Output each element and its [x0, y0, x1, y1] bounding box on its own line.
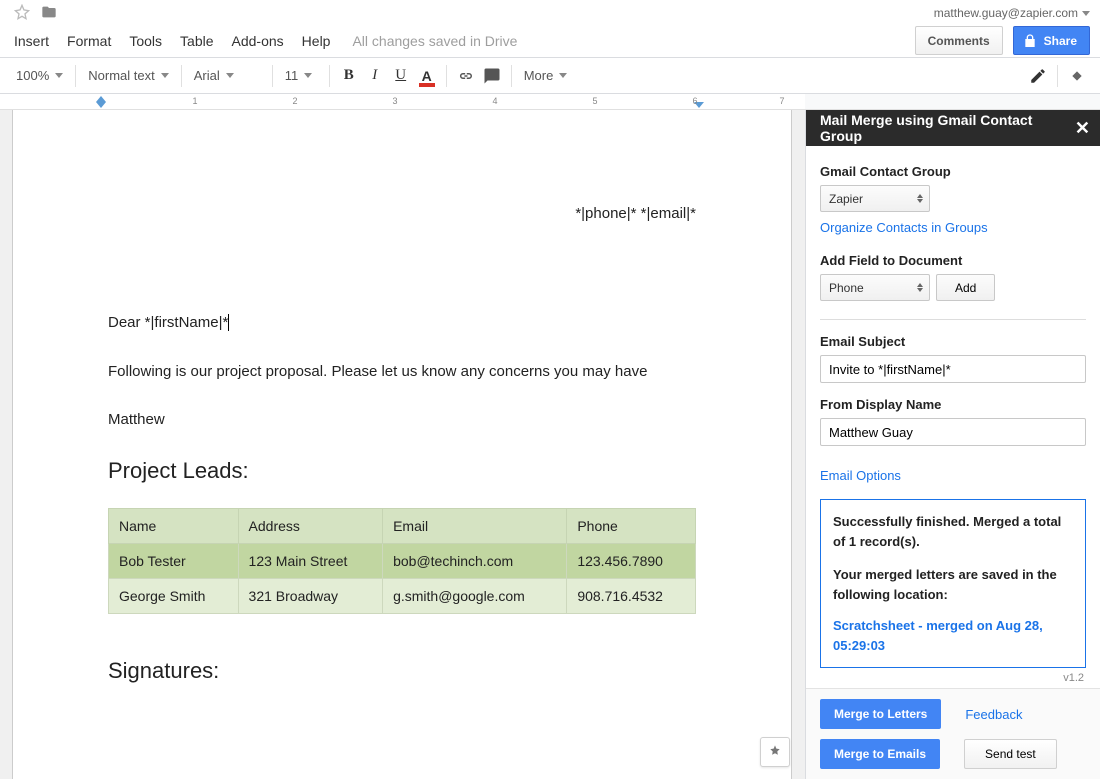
- left-indent-marker[interactable]: [96, 102, 106, 108]
- contact-group-label: Gmail Contact Group: [820, 164, 1086, 179]
- chevron-down-icon: [55, 73, 63, 78]
- ruler-tick-6: 6: [692, 96, 697, 106]
- explore-button[interactable]: [760, 737, 790, 767]
- add-field-label: Add Field to Document: [820, 253, 1086, 268]
- email-subject-input[interactable]: [820, 355, 1086, 383]
- share-label: Share: [1044, 34, 1077, 48]
- add-field-button[interactable]: Add: [936, 274, 995, 301]
- send-test-button[interactable]: Send test: [964, 739, 1057, 769]
- user-email-text: matthew.guay@zapier.com: [934, 6, 1078, 20]
- select-arrows-icon: [917, 194, 923, 203]
- chevron-down-icon: [161, 73, 169, 78]
- table-header: Email: [383, 508, 567, 543]
- chevron-down-icon: [559, 73, 567, 78]
- result-line1: Successfully finished. Merged a total of…: [833, 514, 1061, 549]
- addon-sidebar: Mail Merge using Gmail Contact Group ✕ G…: [805, 110, 1100, 779]
- folder-icon[interactable]: [40, 4, 58, 23]
- sidebar-title: Mail Merge using Gmail Contact Group: [820, 112, 1075, 144]
- chevron-down-icon: [226, 73, 234, 78]
- save-status: All changes saved in Drive: [352, 33, 517, 49]
- editing-mode-button[interactable]: [1025, 63, 1051, 89]
- contact-group-value: Zapier: [829, 192, 863, 206]
- doc-header-merge-fields: *|phone|* *|email|*: [108, 205, 696, 222]
- document-page[interactable]: *|phone|* *|email|* Dear *|firstName|* F…: [12, 110, 792, 779]
- field-select[interactable]: Phone: [820, 274, 930, 301]
- underline-button[interactable]: U: [388, 63, 414, 89]
- email-subject-label: Email Subject: [820, 334, 1086, 349]
- font-value: Arial: [194, 68, 220, 83]
- menu-addons[interactable]: Add-ons: [232, 33, 284, 49]
- close-icon[interactable]: ✕: [1075, 118, 1090, 139]
- doc-body: Following is our project proposal. Pleas…: [108, 361, 696, 384]
- document-canvas[interactable]: *|phone|* *|email|* Dear *|firstName|* F…: [0, 110, 805, 779]
- collapse-toolbar-button[interactable]: [1064, 63, 1090, 89]
- ruler-tick-3: 3: [392, 96, 397, 106]
- from-name-input[interactable]: [820, 418, 1086, 446]
- select-arrows-icon: [917, 283, 923, 292]
- text-cursor: [228, 314, 229, 331]
- chevron-down-icon: [304, 73, 312, 78]
- contact-group-select[interactable]: Zapier: [820, 185, 930, 212]
- sidebar-footer: Merge to Letters Feedback Merge to Email…: [806, 688, 1100, 779]
- doc-greeting: Dear *|firstName|*: [108, 312, 696, 335]
- paragraph-style-dropdown[interactable]: Normal text: [82, 63, 174, 89]
- account-menu[interactable]: matthew.guay@zapier.com: [934, 6, 1090, 20]
- addon-version: v1.2: [820, 672, 1086, 684]
- ruler-tick-1: 1: [192, 96, 197, 106]
- share-button[interactable]: Share: [1013, 26, 1090, 55]
- more-dropdown[interactable]: More: [518, 63, 574, 89]
- ruler-tick-5: 5: [592, 96, 597, 106]
- ruler-tick-2: 2: [292, 96, 297, 106]
- ruler[interactable]: 1 2 3 4 5 6 7: [0, 94, 1100, 110]
- from-name-label: From Display Name: [820, 397, 1086, 412]
- menu-help[interactable]: Help: [302, 33, 331, 49]
- toolbar: 100% Normal text Arial 11 B I U A More: [0, 58, 1100, 94]
- section-signatures-title: Signatures:: [108, 658, 696, 684]
- menu-table[interactable]: Table: [180, 33, 213, 49]
- doc-signoff: Matthew: [108, 409, 696, 432]
- table-header: Phone: [567, 508, 696, 543]
- bold-button[interactable]: B: [336, 63, 362, 89]
- menu-format[interactable]: Format: [67, 33, 111, 49]
- feedback-link[interactable]: Feedback: [965, 707, 1022, 722]
- font-size-value: 11: [285, 68, 299, 83]
- font-dropdown[interactable]: Arial: [188, 63, 266, 89]
- lock-icon: [1022, 33, 1038, 49]
- insert-comment-button[interactable]: [479, 63, 505, 89]
- merge-result-box: Successfully finished. Merged a total of…: [820, 499, 1086, 668]
- star-icon[interactable]: [14, 4, 30, 23]
- table-row: George Smith 321 Broadway g.smith@google…: [109, 578, 696, 613]
- merge-letters-button[interactable]: Merge to Letters: [820, 699, 941, 729]
- merged-doc-link[interactable]: Scratchsheet - merged on Aug 28, 05:29:0…: [833, 616, 1073, 655]
- style-value: Normal text: [88, 68, 154, 83]
- zoom-value: 100%: [16, 68, 49, 83]
- font-size-dropdown[interactable]: 11: [279, 63, 323, 89]
- insert-link-button[interactable]: [453, 63, 479, 89]
- more-label: More: [524, 68, 554, 83]
- table-header: Address: [238, 508, 383, 543]
- organize-contacts-link[interactable]: Organize Contacts in Groups: [820, 220, 988, 235]
- menu-tools[interactable]: Tools: [129, 33, 162, 49]
- zoom-dropdown[interactable]: 100%: [10, 63, 69, 89]
- project-leads-table: Name Address Email Phone Bob Tester 123 …: [108, 508, 696, 614]
- comments-button[interactable]: Comments: [915, 26, 1003, 55]
- menu-insert[interactable]: Insert: [14, 33, 49, 49]
- menu-bar: Insert Format Tools Table Add-ons Help: [14, 33, 330, 49]
- ruler-tick-4: 4: [492, 96, 497, 106]
- result-line2: Your merged letters are saved in the fol…: [833, 567, 1057, 602]
- text-color-button[interactable]: A: [414, 63, 440, 89]
- ruler-tick-7: 7: [779, 96, 784, 106]
- section-project-leads-title: Project Leads:: [108, 458, 696, 484]
- italic-button[interactable]: I: [362, 63, 388, 89]
- email-options-link[interactable]: Email Options: [820, 468, 901, 483]
- table-header: Name: [109, 508, 239, 543]
- table-row: Bob Tester 123 Main Street bob@techinch.…: [109, 543, 696, 578]
- chevron-down-icon: [1082, 11, 1090, 16]
- field-value: Phone: [829, 281, 864, 295]
- merge-emails-button[interactable]: Merge to Emails: [820, 739, 940, 769]
